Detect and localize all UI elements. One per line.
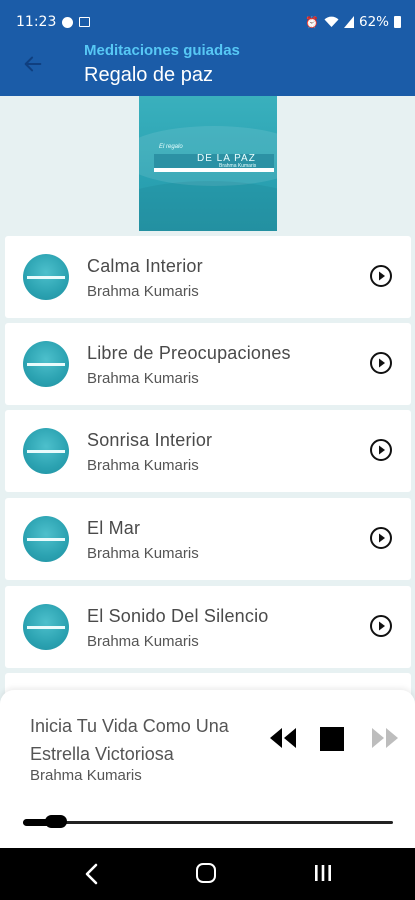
fast-forward-icon[interactable] (370, 726, 400, 750)
progress-thumb[interactable] (45, 815, 68, 828)
facebook-icon (62, 16, 74, 28)
alarm-icon: ⏰ (305, 15, 319, 29)
track-item[interactable]: El Mar Brahma Kumaris (5, 498, 411, 580)
back-arrow-icon[interactable] (22, 53, 44, 75)
track-thumbnail (23, 428, 69, 474)
track-thumbnail (23, 516, 69, 562)
rewind-icon[interactable] (268, 726, 298, 750)
track-name: Calma Interior (87, 256, 203, 276)
nav-back-icon[interactable] (82, 862, 102, 886)
track-item[interactable]: Calma Interior Brahma Kumaris (5, 236, 411, 318)
nav-recent-apps-icon[interactable] (313, 864, 333, 882)
cover-author-text: Brahma Kumaris (219, 163, 257, 169)
play-circle-icon[interactable] (369, 614, 393, 638)
track-item[interactable]: El Sonido Del Silencio Brahma Kumaris (5, 586, 411, 668)
app-header: Meditaciones guiadas Regalo de paz (0, 38, 415, 96)
track-artist: Brahma Kumaris (87, 283, 199, 300)
wifi-icon (324, 16, 339, 27)
progress-track[interactable] (23, 821, 393, 824)
album-cover: El regalo DE LA PAZ Brahma Kumaris (139, 96, 277, 231)
track-artist: Brahma Kumaris (87, 370, 199, 387)
nav-home-icon[interactable] (196, 863, 216, 883)
now-playing-title: Inicia Tu Vida Como Una Estrella Victori… (30, 716, 229, 764)
signal-icon (343, 16, 354, 28)
track-artist: Brahma Kumaris (87, 545, 199, 562)
battery-percent: 62% (358, 14, 389, 30)
play-circle-icon[interactable] (369, 526, 393, 550)
now-playing-bar: Inicia Tu Vida Como Una Estrella Victori… (0, 690, 415, 848)
stop-icon[interactable] (320, 727, 344, 751)
cover-small-text: El regalo (159, 144, 183, 150)
page-title: Regalo de paz (84, 64, 213, 86)
track-name: Sonrisa Interior (87, 430, 213, 450)
status-time: 11:23 (16, 14, 57, 30)
play-circle-icon[interactable] (369, 438, 393, 462)
track-item[interactable]: Libre de Preocupaciones Brahma Kumaris (5, 323, 411, 405)
battery-icon (394, 16, 401, 28)
system-nav-bar (0, 848, 415, 900)
track-name: Libre de Preocupaciones (87, 343, 291, 363)
image-notification-icon (79, 17, 91, 27)
play-circle-icon[interactable] (369, 351, 393, 375)
track-name: El Sonido Del Silencio (87, 606, 269, 626)
track-thumbnail (23, 341, 69, 387)
track-name: El Mar (87, 518, 141, 538)
play-circle-icon[interactable] (369, 264, 393, 288)
track-item[interactable]: Sonrisa Interior Brahma Kumaris (5, 410, 411, 492)
header-supertitle: Meditaciones guiadas (84, 42, 240, 59)
track-thumbnail (23, 254, 69, 300)
track-artist: Brahma Kumaris (87, 457, 199, 474)
track-artist: Brahma Kumaris (87, 633, 199, 650)
now-playing-artist: Brahma Kumaris (30, 767, 142, 784)
track-thumbnail (23, 604, 69, 650)
